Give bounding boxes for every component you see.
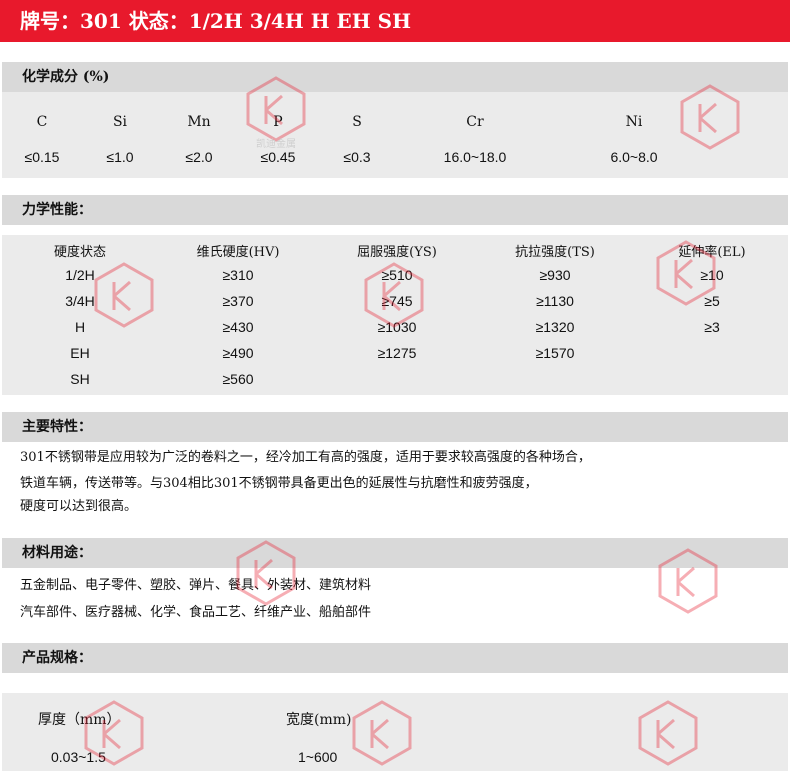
element-cr: Cr — [466, 114, 484, 130]
features-line-2: 铁道车辆，传送带等。与304相比301不锈钢带具备更出色的延展性与抗磨性和疲劳强… — [20, 476, 538, 491]
element-ni: Ni — [625, 114, 643, 130]
element-p: P — [273, 114, 283, 130]
table-cell: ≥1030 — [377, 319, 417, 335]
table-cell: ≥10 — [700, 267, 724, 283]
element-si: Si — [112, 114, 128, 130]
table-cell: 3/4H — [65, 293, 95, 309]
table-cell: ≥5 — [704, 293, 720, 309]
table-cell: ≥1275 — [377, 345, 417, 361]
specs-section-header: 产品规格： — [2, 643, 788, 673]
table-cell: ≥1130 — [536, 293, 574, 309]
uses-line-2: 汽车部件、医疗器械、化学、食品工艺、纤维产业、船舶部件 — [20, 605, 372, 620]
spec-header-thickness: 厚度（mm） — [38, 712, 121, 728]
uses-text: 五金制品、电子零件、塑胶、弹片、餐具、外装材、建筑材料 汽车部件、医疗器械、化学… — [2, 568, 788, 628]
col-header-ts: 抗拉强度(TS) — [515, 245, 595, 260]
table-cell: 1/2H — [65, 267, 95, 283]
table-cell: ≥745 — [381, 293, 413, 309]
features-line-3: 硬度可以达到很高。 — [20, 499, 138, 514]
table-cell: ≥1570 — [535, 345, 575, 361]
value-mn: ≤2.0 — [185, 149, 213, 165]
spec-header-width: 宽度(mm) — [286, 712, 352, 728]
uses-section-header: 材料用途： — [2, 538, 788, 568]
value-s: ≤0.3 — [343, 149, 371, 165]
element-mn: Mn — [187, 114, 211, 130]
col-header-ys: 屈服强度(YS) — [357, 245, 437, 260]
value-cr: 16.0~18.0 — [443, 149, 507, 165]
table-cell: ≥430 — [222, 319, 254, 335]
chemical-table: C Si Mn P S Cr Ni ≤0.15 ≤1.0 ≤2.0 ≤0.45 … — [2, 92, 788, 178]
table-cell: SH — [70, 371, 90, 387]
element-c: C — [36, 114, 48, 130]
table-cell: ≥3 — [704, 319, 720, 335]
element-s: S — [352, 114, 362, 130]
table-cell: ≥490 — [222, 345, 254, 361]
table-cell: H — [74, 319, 86, 335]
mechanical-section-header: 力学性能： — [2, 195, 788, 225]
table-cell: ≥510 — [381, 267, 413, 283]
table-cell: ≥310 — [222, 267, 254, 283]
col-header-temper: 硬度状态 — [53, 245, 107, 260]
features-text: 301不锈钢带是应用较为广泛的卷料之一，经冷加工有高的强度，适用于要求较高强度的… — [2, 442, 788, 522]
col-header-hv: 维氏硬度(HV) — [196, 245, 280, 260]
specs-table: 厚度（mm） 宽度(mm) 0.03~1.5 1~600 — [2, 693, 788, 771]
spec-value-thickness: 0.03~1.5 — [51, 749, 106, 765]
features-section-header: 主要特性： — [2, 412, 788, 442]
value-p: ≤0.45 — [260, 149, 296, 165]
table-cell: ≥1320 — [535, 319, 575, 335]
col-header-el: 延伸率(EL) — [678, 245, 746, 260]
features-line-1: 301不锈钢带是应用较为广泛的卷料之一，经冷加工有高的强度，适用于要求较高强度的… — [20, 450, 591, 465]
table-cell: ≥370 — [222, 293, 254, 309]
table-cell: ≥930 — [539, 267, 571, 283]
table-cell: ≥560 — [222, 371, 254, 387]
value-c: ≤0.15 — [24, 149, 60, 165]
mechanical-table: 硬度状态 维氏硬度(HV) 屈服强度(YS) 抗拉强度(TS) 延伸率(EL) … — [2, 235, 788, 395]
value-si: ≤1.0 — [106, 149, 134, 165]
table-cell: EH — [70, 345, 90, 361]
uses-line-1: 五金制品、电子零件、塑胶、弹片、餐具、外装材、建筑材料 — [20, 578, 372, 593]
page-title: 牌号：301 状态：1/2H 3/4H H EH SH — [0, 0, 790, 42]
value-ni: 6.0~8.0 — [610, 149, 658, 165]
chemical-section-header: 化学成分 (%) — [2, 62, 788, 92]
spec-value-width: 1~600 — [298, 749, 338, 765]
